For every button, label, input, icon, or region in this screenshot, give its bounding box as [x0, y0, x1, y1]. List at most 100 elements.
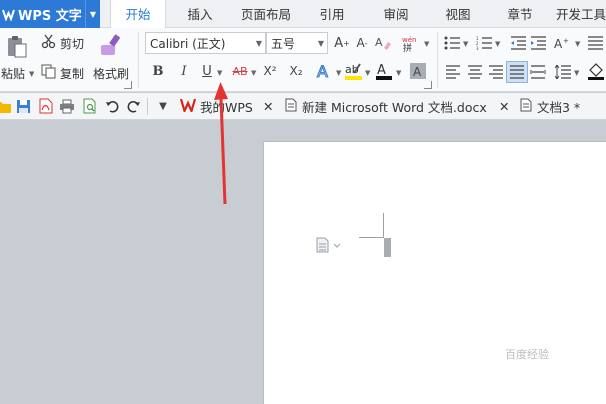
tab-view[interactable]: 视图 [436, 0, 480, 28]
svg-text:3: 3 [476, 46, 479, 50]
margin-corner-mark [359, 237, 384, 238]
font-color-button[interactable]: A [374, 61, 394, 81]
text-effect-button[interactable]: A [315, 61, 335, 81]
numbered-list-icon[interactable]: 123 [474, 33, 494, 53]
cut-label: 剪切 [60, 36, 85, 51]
bullet-list-icon[interactable] [442, 33, 462, 53]
underline-button[interactable]: U [197, 61, 217, 81]
paste-options-icon[interactable] [316, 237, 342, 257]
svg-text:A: A [413, 65, 422, 79]
paste-icon[interactable] [6, 35, 28, 63]
align-right-icon[interactable] [486, 62, 506, 82]
ribbon-separator [138, 32, 139, 88]
distributed-align-icon[interactable] [528, 62, 548, 82]
font-size-value: 五号 [271, 36, 296, 51]
phonetic-guide-button[interactable]: wén 拼 [399, 33, 423, 53]
bold-button[interactable]: B [148, 61, 168, 81]
bullet-list-dropdown-icon[interactable]: ▼ [463, 40, 468, 48]
svg-text:+: + [563, 37, 569, 45]
superscript-button[interactable]: X² [260, 61, 280, 81]
decrease-indent-icon[interactable] [508, 33, 528, 53]
font-name-select[interactable]: Calibri (正文) ▼ [145, 32, 266, 54]
redo-icon[interactable] [125, 97, 143, 115]
copy-button[interactable]: 复制 [41, 64, 84, 82]
subscript-button[interactable]: X₂ [286, 61, 306, 81]
svg-text:A: A [375, 36, 383, 49]
quick-bar-separator [147, 98, 148, 115]
paste-button[interactable]: 粘贴 ▼ [1, 65, 34, 82]
export-pdf-icon[interactable] [36, 97, 54, 115]
format-painter-label: 格式刷 [93, 67, 130, 81]
text-cursor [384, 238, 391, 257]
justify-icon[interactable] [506, 61, 528, 83]
open-folder-icon[interactable] [0, 97, 12, 115]
print-preview-icon[interactable] [81, 97, 99, 115]
tab-insert[interactable]: 插入 [178, 0, 222, 28]
shading-bucket-icon[interactable] [586, 61, 606, 81]
clear-format-button[interactable]: A [373, 33, 393, 53]
format-painter-icon[interactable] [97, 32, 123, 62]
clipboard-dialog-launcher[interactable] [124, 81, 132, 89]
doc-tab-label: 新建 Microsoft Word 文档.docx [302, 100, 487, 115]
tab-home[interactable]: 开始 [110, 0, 166, 29]
copy-icon [41, 64, 56, 82]
chevron-down-icon: ▼ [255, 39, 262, 48]
line-spacing-dropdown-icon[interactable]: ▼ [574, 69, 579, 77]
doc-tab-my-wps[interactable]: 我的WPS [179, 93, 253, 120]
format-painter-button[interactable]: 格式刷 [93, 65, 129, 82]
close-tab-icon[interactable]: ✕ [499, 93, 509, 120]
scissors-icon [41, 34, 56, 52]
paste-label: 粘贴 [1, 67, 26, 81]
chevron-down-icon: ▼ [317, 39, 324, 48]
phonetic-dropdown-icon[interactable]: ▼ [424, 40, 429, 48]
tab-review[interactable]: 审阅 [374, 0, 418, 28]
cut-button[interactable]: 剪切 [41, 34, 84, 52]
doc-tab-label: 我的WPS [200, 100, 253, 115]
align-left-icon[interactable] [443, 62, 463, 82]
close-tab-icon[interactable]: ✕ [263, 93, 273, 120]
highlight-dropdown-icon[interactable]: ▼ [365, 69, 370, 77]
copy-label: 复制 [60, 66, 85, 81]
customize-quick-access-icon[interactable]: ▼ [154, 97, 172, 115]
strikethrough-button[interactable]: AB [229, 61, 251, 81]
character-shading-button[interactable]: A [408, 61, 428, 81]
ribbon-separator [437, 32, 438, 88]
wps-logo-icon [2, 8, 15, 21]
save-icon[interactable] [14, 97, 32, 115]
font-color-dropdown-icon[interactable]: ▼ [396, 69, 401, 77]
app-menu-button[interactable]: WPS 文字 ▼ [0, 0, 100, 28]
chinese-layout-icon[interactable] [585, 33, 605, 53]
tab-chapter[interactable]: 章节 [498, 0, 542, 28]
app-dropdown-icon[interactable]: ▼ [85, 0, 100, 28]
align-center-icon[interactable] [465, 62, 485, 82]
italic-button[interactable]: I [174, 61, 194, 81]
underline-dropdown-icon[interactable]: ▼ [217, 69, 222, 77]
paste-dropdown-icon[interactable]: ▼ [29, 70, 34, 78]
tab-references[interactable]: 引用 [312, 0, 352, 28]
font-size-select[interactable]: 五号 ▼ [266, 32, 328, 54]
font-dialog-launcher[interactable] [424, 81, 432, 89]
grow-font-button[interactable]: A + [332, 33, 352, 53]
change-case-icon[interactable]: A + [553, 33, 573, 53]
change-case-dropdown-icon[interactable]: ▼ [575, 40, 580, 48]
menu-bar: WPS 文字 ▼ 开始 插入 页面布局 引用 审阅 视图 章节 开发工具 [0, 0, 606, 29]
document-page[interactable] [263, 141, 606, 404]
highlight-button[interactable]: ab [344, 61, 364, 81]
strikethrough-dropdown-icon[interactable]: ▼ [251, 69, 256, 77]
numbered-list-dropdown-icon[interactable]: ▼ [495, 40, 500, 48]
doc-tab-document3[interactable]: 文档3 * [520, 93, 580, 120]
undo-icon[interactable] [103, 97, 121, 115]
tab-page-layout[interactable]: 页面布局 [238, 0, 294, 28]
increase-indent-icon[interactable] [528, 33, 548, 53]
text-effect-dropdown-icon[interactable]: ▼ [336, 69, 341, 77]
line-spacing-icon[interactable] [553, 62, 573, 82]
document-icon [520, 98, 532, 115]
watermark-text: 百度经验 [505, 348, 549, 361]
doc-tab-new-word-document[interactable]: 新建 Microsoft Word 文档.docx [285, 93, 487, 120]
doc-tab-label: 文档3 * [537, 100, 581, 115]
shrink-font-button[interactable]: A- [352, 33, 372, 53]
wps-logo-icon [179, 98, 197, 115]
font-name-value: Calibri (正文) [150, 36, 226, 51]
print-icon[interactable] [58, 97, 76, 115]
tab-developer[interactable]: 开发工具 [556, 0, 606, 28]
